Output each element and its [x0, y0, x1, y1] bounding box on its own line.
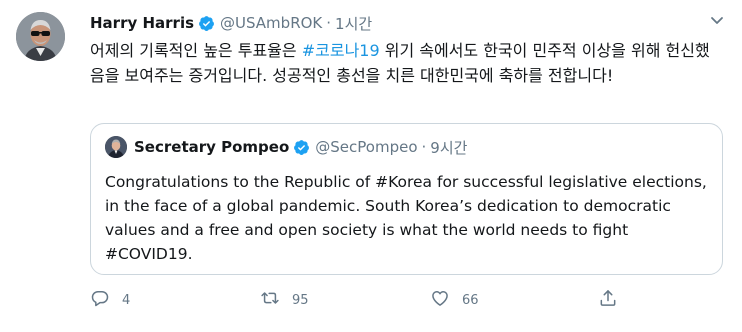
quoted-author-avatar [105, 136, 127, 158]
quoted-tweet[interactable]: Secretary Pompeo @SecPompeo · 9시간 Congra… [90, 123, 723, 275]
author-name[interactable]: Harry Harris [90, 14, 194, 32]
verified-badge-icon [293, 139, 310, 156]
heart-icon [430, 288, 450, 312]
like-count: 66 [462, 292, 479, 308]
quoted-tweet-timestamp[interactable]: 9시간 [430, 137, 467, 158]
author-handle[interactable]: @USAmbROK [220, 14, 322, 32]
share-icon [598, 288, 618, 312]
like-button[interactable]: 66 [430, 288, 479, 312]
reply-count: 4 [122, 292, 131, 308]
quoted-tweet-text: Congratulations to the Republic of #Kore… [105, 173, 707, 263]
separator-dot: · [421, 138, 427, 156]
author-avatar[interactable] [16, 12, 65, 61]
retweet-button[interactable]: 95 [260, 288, 309, 312]
chevron-down-icon[interactable] [709, 12, 725, 28]
separator-dot: · [326, 14, 332, 32]
reply-icon [90, 288, 110, 312]
quoted-author-handle[interactable]: @SecPompeo [315, 138, 417, 156]
quoted-tweet-header: Secretary Pompeo @SecPompeo · 9시간 [105, 136, 467, 158]
hashtag-link[interactable]: #코로나19 [302, 41, 380, 60]
share-button[interactable] [598, 288, 618, 312]
tweet-header: Harry Harris @USAmbROK · 1시간 [90, 12, 372, 34]
retweet-count: 95 [292, 292, 309, 308]
verified-badge-icon [198, 15, 215, 32]
retweet-icon [260, 288, 280, 312]
tweet-text: 어제의 기록적인 높은 투표율은 #코로나19 위기 속에서도 한국이 민주적 … [90, 38, 722, 88]
tweet-timestamp[interactable]: 1시간 [335, 13, 372, 34]
tweet-actions: 4 95 66 [90, 288, 722, 314]
quoted-author-name[interactable]: Secretary Pompeo [134, 138, 289, 156]
reply-button[interactable]: 4 [90, 288, 130, 312]
tweet-text-part: 어제의 기록적인 높은 투표율은 [90, 41, 302, 60]
